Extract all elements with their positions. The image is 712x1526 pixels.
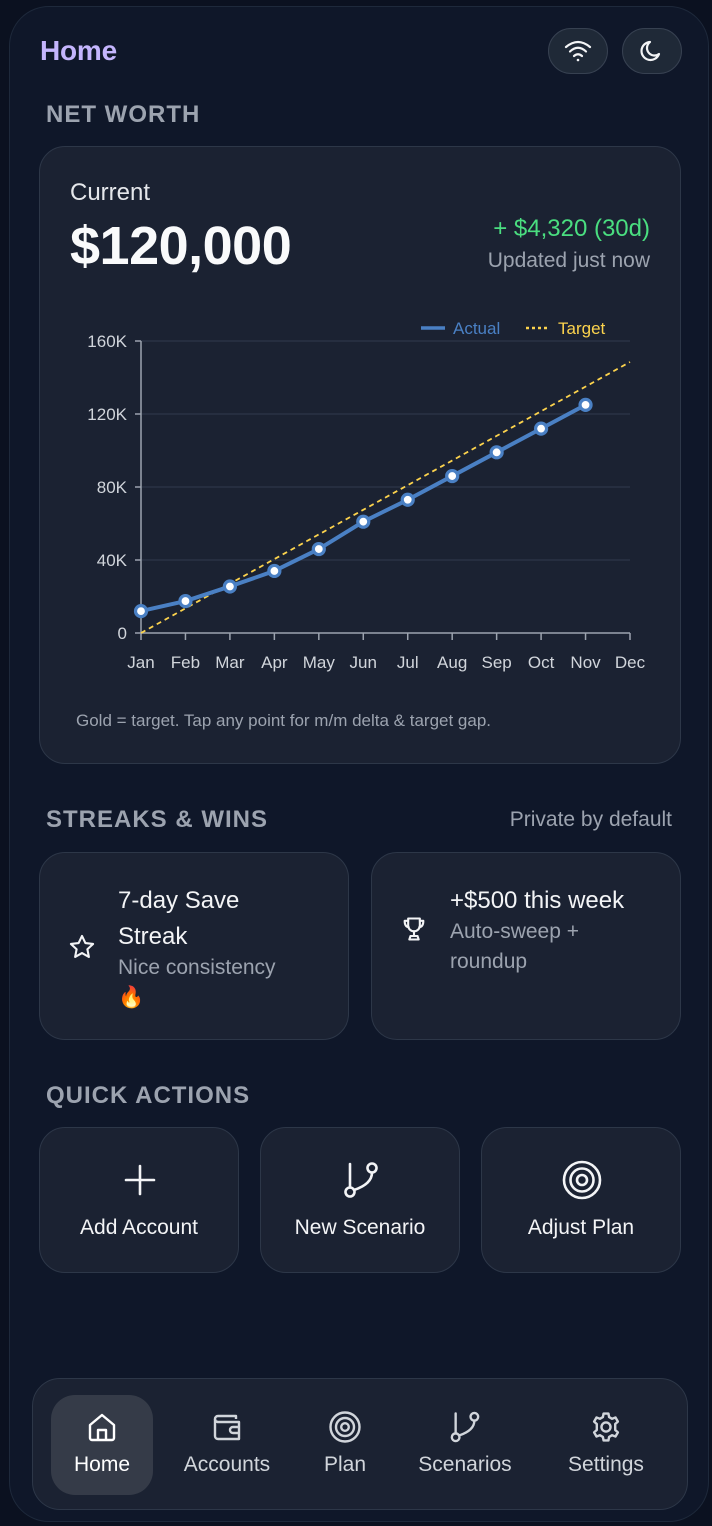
- actual-data-point[interactable]: [222, 579, 238, 594]
- x-tick-label: Dec: [615, 653, 646, 672]
- net-worth-card: Current $120,000 + $4,320 (30d) Updated …: [39, 146, 681, 764]
- win-title: +$500 this week: [450, 887, 625, 914]
- y-tick-label: 0: [118, 624, 127, 643]
- add-account-button[interactable]: Add Account: [39, 1127, 239, 1273]
- nav-label-scenarios: Scenarios: [418, 1453, 512, 1476]
- target-icon: [329, 1411, 361, 1443]
- actual-data-point[interactable]: [311, 541, 326, 557]
- quick-actions-section-title: QUICK ACTIONS: [46, 1082, 251, 1109]
- streak-subtitle: Nice consistency 🔥: [118, 956, 276, 1009]
- chart-series[interactable]: [133, 361, 631, 634]
- x-tick-label: Sep: [482, 653, 512, 672]
- wallet-icon: [213, 1414, 241, 1441]
- adjust-plan-label: Adjust Plan: [527, 1216, 635, 1239]
- theme-toggle-button[interactable]: [622, 28, 682, 74]
- net-worth-chart[interactable]: 0 40K 80K 120K 160K Jan Feb Mar Apr May Jun Jul Aug S…: [40, 147, 682, 707]
- nav-label-home: Home: [73, 1453, 131, 1476]
- y-tick-label: 120K: [87, 405, 127, 424]
- trophy-icon: [403, 917, 425, 941]
- branch-icon: [344, 1162, 378, 1198]
- nav-item-scenarios[interactable]: Scenarios: [409, 1395, 521, 1495]
- legend-target-label: Target: [558, 319, 606, 338]
- x-tick-label: Mar: [215, 653, 245, 672]
- x-tick-label: May: [303, 653, 336, 672]
- plus-icon: [124, 1164, 156, 1196]
- nav-item-plan[interactable]: Plan: [303, 1395, 387, 1495]
- nav-label-plan: Plan: [323, 1453, 367, 1476]
- x-tick-label: Jul: [397, 653, 419, 672]
- wifi-button[interactable]: [548, 28, 608, 74]
- home-icon: [88, 1413, 116, 1442]
- actual-data-point[interactable]: [133, 604, 149, 619]
- actual-data-point[interactable]: [533, 421, 549, 436]
- save-streak-card[interactable]: 7-day Save Streak Nice consistency 🔥: [39, 852, 349, 1040]
- new-scenario-button[interactable]: New Scenario: [260, 1127, 460, 1273]
- gear-icon: [592, 1412, 620, 1442]
- legend-actual-label: Actual: [453, 319, 500, 338]
- target-icon: [562, 1160, 602, 1200]
- new-scenario-label: New Scenario: [294, 1216, 426, 1239]
- y-tick-label: 80K: [97, 478, 128, 497]
- net-worth-section-title: NET WORTH: [46, 101, 201, 128]
- chart-footnote: Gold = target. Tap any point for m/m del…: [76, 711, 492, 730]
- chart-axes: 0 40K 80K 120K 160K Jan Feb Mar Apr May Jun Jul Aug S…: [87, 332, 645, 672]
- x-tick-label: Aug: [437, 653, 467, 672]
- weekly-win-card[interactable]: +$500 this week Auto-sweep + roundup: [371, 852, 681, 1040]
- y-tick-label: 160K: [87, 332, 127, 351]
- x-tick-label: Feb: [171, 653, 200, 672]
- x-tick-label: Apr: [261, 653, 288, 672]
- nav-item-accounts[interactable]: Accounts: [171, 1395, 283, 1495]
- nav-item-settings[interactable]: Settings: [553, 1395, 659, 1495]
- moon-icon: [640, 40, 661, 62]
- actual-data-point[interactable]: [578, 397, 593, 412]
- nav-label-settings: Settings: [568, 1453, 644, 1476]
- x-tick-label: Oct: [528, 653, 555, 672]
- chart-legend: Actual Target: [421, 319, 606, 338]
- star-icon: [69, 934, 95, 958]
- chart-grid: [141, 340, 630, 561]
- wifi-icon: [564, 40, 592, 62]
- x-tick-label: Jan: [127, 653, 154, 672]
- nav-item-home[interactable]: Home: [51, 1395, 153, 1495]
- win-subtitle: Auto-sweep + roundup: [450, 920, 579, 973]
- nav-label-accounts: Accounts: [183, 1453, 271, 1476]
- y-tick-label: 40K: [97, 551, 128, 570]
- actual-data-point[interactable]: [356, 514, 371, 529]
- streaks-section-title: STREAKS & WINS: [46, 806, 269, 833]
- add-account-label: Add Account: [80, 1216, 198, 1239]
- actual-data-point[interactable]: [267, 563, 282, 579]
- page-title: Home: [40, 35, 117, 66]
- bottom-nav: Home Accounts Plan Scenarios Settings: [32, 1378, 688, 1510]
- adjust-plan-button[interactable]: Adjust Plan: [481, 1127, 681, 1273]
- actual-data-point[interactable]: [400, 492, 415, 507]
- x-tick-label: Nov: [570, 653, 601, 672]
- x-tick-label: Jun: [350, 653, 377, 672]
- streak-title: 7-day Save Streak: [118, 887, 240, 950]
- actual-data-point[interactable]: [445, 468, 460, 484]
- privacy-note: Private by default: [509, 808, 672, 831]
- actual-series-line: [139, 402, 588, 614]
- branch-icon: [450, 1411, 480, 1443]
- actual-data-point[interactable]: [178, 593, 193, 609]
- app-screen: Home NET WORTH Current $120,000 + $4,320…: [9, 6, 709, 1522]
- actual-data-point[interactable]: [489, 445, 504, 460]
